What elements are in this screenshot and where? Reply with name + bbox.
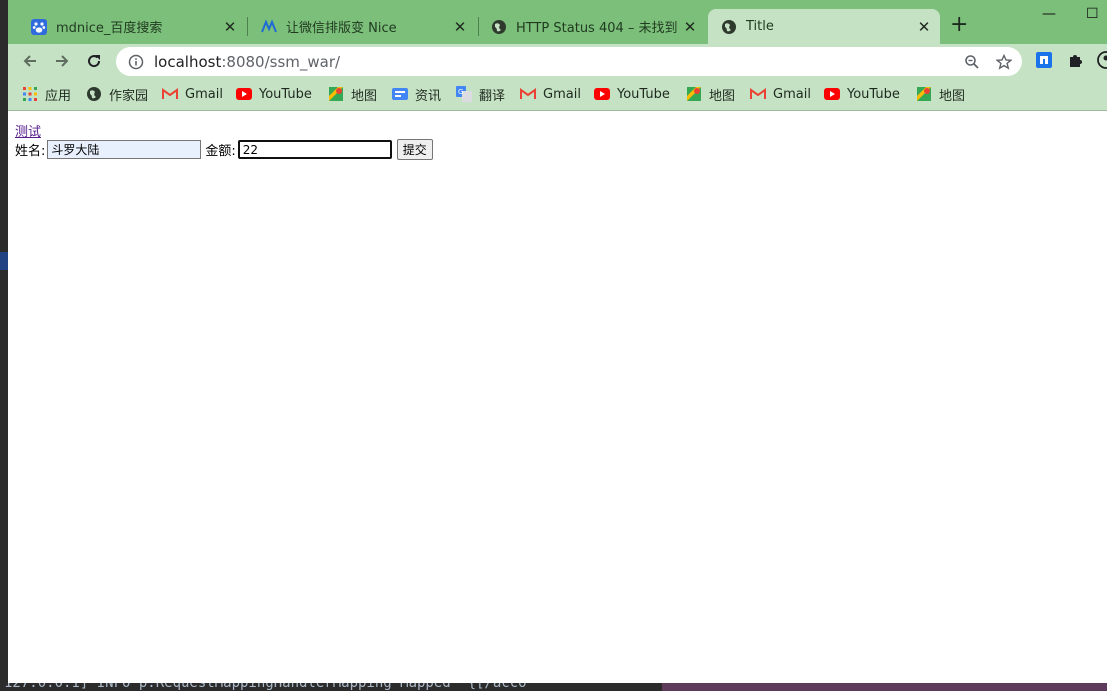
close-icon[interactable]: ✕ (914, 18, 934, 36)
amount-label: 金额: (205, 144, 236, 159)
browser-toolbar: localhost:8080/ssm_war/ (8, 44, 1107, 78)
account-form: 姓名: 金额: 提交 (15, 139, 433, 160)
submit-button[interactable]: 提交 (396, 139, 433, 160)
maps-icon (686, 86, 702, 102)
background-ide-console: 127.0.0.1] INFO p.RequestMappingHandlerM… (0, 683, 1107, 691)
apps-grid-icon (22, 86, 38, 102)
globe-icon (721, 19, 737, 35)
reload-icon[interactable] (82, 50, 106, 72)
youtube-icon (824, 86, 840, 102)
tab-title: mdnice_百度搜索 (56, 21, 163, 36)
name-label: 姓名: (15, 144, 46, 159)
page-content: 测试 姓名: 金额: 提交 (8, 112, 1107, 683)
bookmark-maps[interactable]: 地图 (686, 84, 735, 104)
tab-mdnice-search[interactable]: mdnice_百度搜索 ✕ (18, 9, 246, 44)
bookmark-label: 作家园 (109, 88, 149, 104)
background-ide-strip (0, 0, 8, 691)
close-icon[interactable]: ✕ (450, 18, 470, 36)
tab-title: HTTP Status 404 – 未找到 (516, 21, 678, 36)
bookmark-label: YouTube (259, 86, 312, 102)
bookmark-label: YouTube (847, 86, 900, 102)
bookmark-youtube[interactable]: YouTube (594, 84, 670, 104)
forward-arrow-icon[interactable] (50, 50, 74, 72)
name-input[interactable] (47, 140, 202, 159)
address-bar[interactable]: localhost:8080/ssm_war/ (116, 47, 1022, 76)
tab-http-404[interactable]: HTTP Status 404 – 未找到 ✕ (478, 9, 706, 44)
bookmarks-bar: 应用 作家园 Gmail YouTube 地图 资讯 G 翻译 Gmail Yo… (8, 78, 1107, 111)
tab-title: 让微信排版变 Nice (286, 21, 397, 36)
extension-app-icon[interactable] (1035, 51, 1053, 69)
extensions-puzzle-icon[interactable] (1067, 51, 1085, 69)
bookmark-youtube[interactable]: YouTube (236, 84, 312, 104)
url-text: localhost:8080/ssm_war/ (154, 53, 1022, 71)
ide-selection-band (0, 252, 8, 270)
tab-mdnice[interactable]: 让微信排版变 Nice ✕ (248, 9, 476, 44)
site-info-icon[interactable] (128, 54, 144, 70)
mdnice-logo-icon (261, 18, 277, 35)
bookmark-label: Gmail (185, 86, 223, 102)
test-link[interactable]: 测试 (15, 121, 41, 140)
bookmark-label: 翻译 (479, 88, 506, 104)
gmail-icon (520, 86, 536, 102)
minimize-icon[interactable]: — (1042, 6, 1056, 22)
console-log-line: 127.0.0.1] INFO p.RequestMappingHandlerM… (4, 683, 527, 691)
url-path: :8080/ssm_war/ (221, 52, 341, 71)
browser-window: mdnice_百度搜索 ✕ 让微信排版变 Nice ✕ HTTP Status … (8, 0, 1107, 683)
youtube-icon (594, 86, 610, 102)
profile-avatar-icon[interactable] (1097, 51, 1107, 69)
news-icon (392, 86, 408, 102)
bookmark-label: 地图 (709, 88, 736, 104)
bookmark-translate[interactable]: G 翻译 (456, 84, 505, 104)
bookmark-label: 地图 (351, 88, 378, 104)
bookmark-label: Gmail (773, 86, 811, 102)
back-arrow-icon[interactable] (18, 50, 42, 72)
tab-title-active[interactable]: Title ✕ (708, 9, 940, 44)
gmail-icon (162, 86, 178, 102)
bookmark-label: YouTube (617, 86, 670, 102)
maximize-icon[interactable]: ☐ (1086, 6, 1099, 22)
bookmark-youtube[interactable]: YouTube (824, 84, 900, 104)
translate-icon: G (456, 86, 472, 102)
tab-strip: mdnice_百度搜索 ✕ 让微信排版变 Nice ✕ HTTP Status … (8, 0, 1107, 44)
bookmark-gmail[interactable]: Gmail (520, 84, 581, 104)
bookmark-maps[interactable]: 地图 (328, 84, 377, 104)
bookmark-gmail[interactable]: Gmail (162, 84, 223, 104)
new-tab-plus-icon[interactable]: + (950, 14, 968, 36)
baidu-paw-icon (31, 18, 47, 35)
bookmark-maps[interactable]: 地图 (916, 84, 965, 104)
bookmark-label: Gmail (543, 86, 581, 102)
bookmark-label: 资讯 (415, 88, 442, 104)
close-icon[interactable]: ✕ (220, 18, 240, 36)
bookmark-apps[interactable]: 应用 (22, 84, 71, 104)
gmail-icon (750, 86, 766, 102)
globe-icon (491, 19, 507, 35)
bookmark-label: 应用 (45, 88, 72, 104)
tab-title: Title (746, 19, 774, 34)
bookmark-zuojiayuan[interactable]: 作家园 (86, 84, 148, 104)
globe-icon (86, 86, 102, 102)
svg-text:G: G (458, 88, 463, 96)
url-host: localhost (154, 52, 222, 71)
youtube-icon (236, 86, 252, 102)
amount-input[interactable] (237, 140, 392, 159)
maps-icon (916, 86, 932, 102)
bookmark-star-icon[interactable] (995, 53, 1013, 70)
maps-icon (328, 86, 344, 102)
zoom-icon[interactable] (964, 54, 980, 70)
background-window-edge (662, 683, 1107, 691)
bookmark-gmail[interactable]: Gmail (750, 84, 811, 104)
bookmark-label: 地图 (939, 88, 966, 104)
close-icon[interactable]: ✕ (680, 18, 700, 36)
bookmark-news[interactable]: 资讯 (392, 84, 441, 104)
